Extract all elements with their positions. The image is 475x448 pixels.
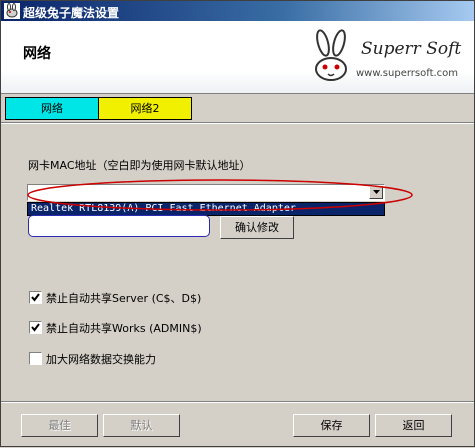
save-button[interactable]: 保存 (293, 414, 370, 437)
page-title: 网络 (23, 46, 51, 62)
mac-address-label: 网卡MAC地址（空白即为使用网卡默认地址） (28, 159, 251, 172)
confirm-change-button[interactable]: 确认修改 (220, 216, 294, 239)
disable-server-share-label[interactable]: 禁止自动共享Server (C$、D$) (46, 290, 201, 306)
divider (1, 122, 474, 124)
tab-network2[interactable]: 网络2 (98, 97, 192, 120)
checkmark-icon (31, 323, 40, 332)
mac-address-input[interactable] (28, 215, 210, 237)
app-icon (4, 3, 20, 19)
adapter-select[interactable] (27, 184, 385, 201)
rabbit-logo-icon (315, 29, 347, 81)
header-banner: 网络 Superr Soft www.superrsoft.com (1, 21, 474, 94)
chevron-down-icon (373, 190, 380, 194)
back-button[interactable]: 返回 (375, 414, 452, 437)
title-bar[interactable]: 超级兔子魔法设置 (1, 1, 474, 21)
best-button[interactable]: 最佳 (21, 414, 98, 437)
boost-network-exchange-checkbox[interactable] (29, 352, 42, 365)
disable-works-share-checkbox[interactable] (29, 321, 42, 334)
logo: Superr Soft www.superrsoft.com (301, 25, 471, 89)
default-button[interactable]: 默认 (103, 414, 180, 437)
disable-works-share-label[interactable]: 禁止自动共享Works (ADMIN$) (46, 320, 202, 336)
settings-window: 超级兔子魔法设置 网络 Superr Soft www.superrsoft.c… (0, 0, 475, 447)
footer-divider (1, 401, 474, 403)
checkmark-icon (31, 293, 40, 302)
boost-network-exchange-label[interactable]: 加大网络数据交换能力 (46, 351, 156, 367)
dropdown-button[interactable] (369, 186, 383, 199)
logo-text: Superr Soft (361, 39, 462, 59)
window-title: 超级兔子魔法设置 (23, 6, 120, 20)
logo-url: www.superrsoft.com (356, 68, 459, 79)
tab-network[interactable]: 网络 (5, 97, 99, 120)
adapter-option[interactable]: Realtek RTL8139(A) PCI Fast Ethernet Ada… (27, 202, 385, 216)
disable-server-share-checkbox[interactable] (29, 291, 42, 304)
